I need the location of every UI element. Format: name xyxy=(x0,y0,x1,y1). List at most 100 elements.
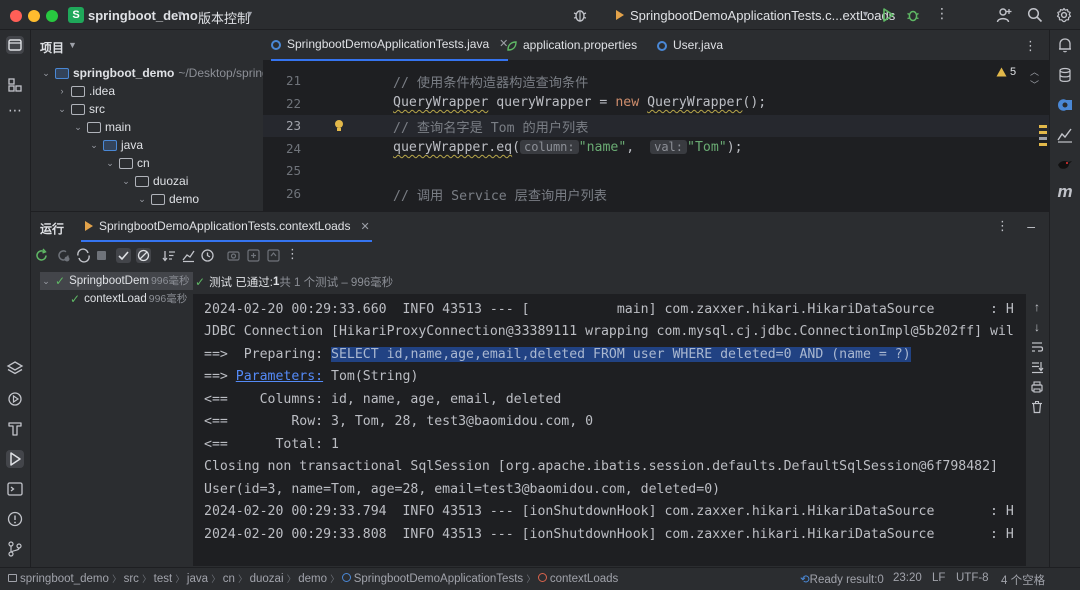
breadcrumb-item[interactable]: springboot_demo xyxy=(20,573,109,585)
vcs-menu[interactable]: 版本控制 xyxy=(198,8,250,27)
toggle-auto-test-icon[interactable] xyxy=(76,248,91,263)
test-suite-row[interactable]: ⌄ ✓ SpringbootDem 996毫秒 xyxy=(40,272,193,290)
indent-setting[interactable]: 4 个空格 xyxy=(1001,572,1045,588)
test-case-row[interactable]: ✓ contextLoad 996毫秒 xyxy=(40,290,193,308)
notifications-icon[interactable] xyxy=(1056,36,1074,54)
bug-icon[interactable] xyxy=(572,7,588,23)
run-tool-icon[interactable] xyxy=(6,450,24,468)
run-icon[interactable] xyxy=(880,7,896,23)
tree-item-duozai[interactable]: ⌄ duozai xyxy=(120,172,188,190)
scrollbar-marker[interactable] xyxy=(1039,125,1047,147)
import-tests-icon[interactable] xyxy=(246,248,261,263)
more-actions-icon[interactable]: ⋮ xyxy=(935,5,949,22)
code-editor[interactable]: 21 22 23 24 25 26 // 使用条件构造器构造查询条件 Query… xyxy=(263,61,1049,211)
show-passed-icon[interactable] xyxy=(116,248,131,263)
print-icon[interactable] xyxy=(1030,380,1044,394)
search-icon[interactable] xyxy=(1027,7,1043,23)
parameters-link[interactable]: Parameters: xyxy=(236,369,323,384)
tree-item-springboot-demo[interactable]: ⌄ springboot_demo ~/Desktop/springboot_d… xyxy=(40,64,263,82)
export-tests-icon[interactable] xyxy=(266,248,281,263)
add-user-icon[interactable] xyxy=(996,7,1012,23)
inspection-nav-icon[interactable]: ︿ ﹀ xyxy=(1030,65,1049,91)
minimize-window-button[interactable] xyxy=(28,10,40,22)
chevron-down-icon[interactable]: ⌄ xyxy=(104,154,116,172)
run-configuration-selector[interactable]: SpringbootDemoApplicationTests.c...extLo… xyxy=(630,8,895,23)
camera-icon[interactable] xyxy=(226,248,241,263)
rerun-failed-icon[interactable] xyxy=(56,248,71,263)
breadcrumb-item[interactable]: contextLoads xyxy=(550,573,618,585)
tree-item-src[interactable]: ⌄ src xyxy=(56,100,105,118)
trash-icon[interactable] xyxy=(1030,400,1044,414)
tree-item-cn[interactable]: ⌄ cn xyxy=(104,154,149,172)
file-encoding[interactable]: UTF-8 xyxy=(956,572,989,584)
caret-position[interactable]: 23:20 xyxy=(893,572,922,584)
scroll-to-end-icon[interactable] xyxy=(1030,360,1044,374)
sort-by-duration-icon[interactable] xyxy=(181,248,196,263)
chevron-down-icon[interactable]: ▼ xyxy=(861,9,870,19)
close-icon[interactable]: ✕ xyxy=(360,220,369,233)
minimize-icon[interactable]: – xyxy=(1027,218,1035,234)
mybatis-bird-icon[interactable] xyxy=(1056,156,1074,174)
stop-icon[interactable] xyxy=(94,248,109,263)
zoom-window-button[interactable] xyxy=(46,10,58,22)
profiler-icon[interactable] xyxy=(1056,126,1074,144)
breadcrumb-item[interactable]: test xyxy=(154,573,173,585)
tree-item-demo[interactable]: ⌄ demo xyxy=(136,190,199,208)
project-tool-icon[interactable] xyxy=(6,36,24,54)
breadcrumb-item[interactable]: java xyxy=(187,573,208,585)
tab-user-java[interactable]: User.java xyxy=(657,30,723,61)
chevron-down-icon[interactable]: ⌄ xyxy=(40,64,52,82)
breadcrumb-item[interactable]: SpringbootDemoApplicationTests xyxy=(354,573,523,585)
chevron-right-icon[interactable]: › xyxy=(56,82,68,100)
ready-result-widget[interactable]: ⟲Ready result:0 xyxy=(800,572,884,586)
test-history-icon[interactable] xyxy=(200,248,215,263)
breadcrumb-item[interactable]: src xyxy=(124,573,139,585)
git-icon[interactable] xyxy=(6,540,24,558)
project-panel-title[interactable]: 项目 xyxy=(40,39,64,56)
services-tool-icon[interactable] xyxy=(6,360,24,378)
maven-icon[interactable]: m xyxy=(1056,182,1074,201)
breadcrumb-item[interactable]: cn xyxy=(223,573,235,585)
arrow-down-icon[interactable]: ↓ xyxy=(1030,320,1044,334)
more-actions-icon[interactable]: ⋮ xyxy=(285,246,300,261)
more-tabs-icon[interactable]: ⋮ xyxy=(1024,38,1037,54)
tab-application-properties[interactable]: application.properties xyxy=(506,30,637,61)
tree-item-main[interactable]: ⌄ main xyxy=(72,118,131,136)
tab-springboot-demo-application-tests[interactable]: SpringbootDemoApplicationTests.java ✕ xyxy=(271,30,509,61)
chevron-down-icon[interactable]: ▼ xyxy=(245,9,254,19)
chevron-down-icon[interactable]: ⌄ xyxy=(40,272,52,290)
arrow-up-icon[interactable]: ↑ xyxy=(1030,300,1044,314)
line-separator[interactable]: LF xyxy=(932,572,945,584)
chevron-down-icon[interactable]: ⌄ xyxy=(88,136,100,154)
tree-item-java[interactable]: ⌄ java xyxy=(88,136,143,154)
chevron-down-icon[interactable]: ▼ xyxy=(176,9,185,19)
chevron-down-icon[interactable]: ⌄ xyxy=(72,118,84,136)
build-tool-icon[interactable] xyxy=(6,420,24,438)
close-window-button[interactable] xyxy=(10,10,22,22)
breadcrumb-item[interactable]: demo xyxy=(298,573,327,585)
sort-alphabetically-icon[interactable] xyxy=(162,248,177,263)
database-icon[interactable] xyxy=(1056,66,1074,84)
rerun-icon[interactable] xyxy=(34,248,49,263)
run-tab[interactable]: SpringbootDemoApplicationTests.contextLo… xyxy=(81,212,372,242)
debug-icon[interactable] xyxy=(905,7,921,23)
breadcrumb-item[interactable]: duozai xyxy=(250,573,284,585)
gear-icon[interactable] xyxy=(1056,7,1072,23)
chevron-down-icon[interactable]: ⌄ xyxy=(56,100,68,118)
chevron-down-icon[interactable]: ⌄ xyxy=(136,190,148,208)
console-output[interactable]: 2024-02-20 00:29:33.660 INFO 43513 --- [… xyxy=(193,294,1026,566)
inspection-widget[interactable]: 5 xyxy=(996,66,1016,78)
show-ignored-icon[interactable] xyxy=(136,248,151,263)
tree-item-idea[interactable]: › .idea xyxy=(56,82,116,100)
chevron-down-icon[interactable]: ⌄ xyxy=(120,172,132,190)
more-tools-icon[interactable]: ⋯ xyxy=(6,102,24,120)
more-actions-icon[interactable]: ⋮ xyxy=(996,218,1009,234)
ai-assistant-icon[interactable] xyxy=(1056,96,1074,114)
run-services-icon[interactable] xyxy=(6,390,24,408)
terminal-icon[interactable] xyxy=(6,480,24,498)
lightbulb-icon[interactable] xyxy=(333,119,345,133)
problems-icon[interactable] xyxy=(6,510,24,528)
chevron-down-icon[interactable]: ▼ xyxy=(68,40,77,50)
project-badge[interactable]: S xyxy=(68,7,84,23)
soft-wrap-icon[interactable] xyxy=(1030,340,1044,354)
